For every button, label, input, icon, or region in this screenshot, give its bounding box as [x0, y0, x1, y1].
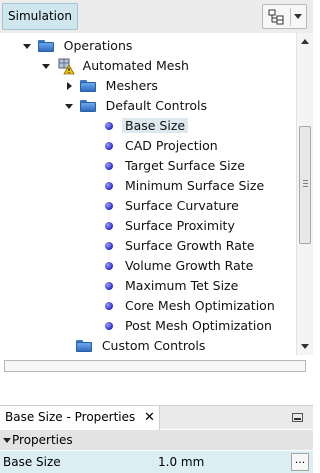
tree-item-minimum-surface-size[interactable]: Minimum Surface Size — [105, 176, 264, 196]
control-node-icon — [105, 142, 113, 150]
chevron-down-icon[interactable] — [294, 14, 302, 19]
control-node-icon — [105, 282, 113, 290]
tree-item-label: Surface Curvature — [125, 198, 239, 213]
properties-tab[interactable]: Base Size - Properties ✕ — [0, 406, 160, 430]
folder-icon — [76, 340, 92, 352]
tree-item-base-size[interactable]: Base Size — [105, 116, 189, 136]
tree-node-label: Meshers — [105, 78, 158, 93]
property-name: Base Size — [3, 455, 61, 469]
tree-item-post-mesh-optimization[interactable]: Post Mesh Optimization — [105, 316, 272, 336]
tree-item-surface-proximity[interactable]: Surface Proximity — [105, 216, 235, 236]
tree-item-surface-growth-rate[interactable]: Surface Growth Rate — [105, 236, 254, 256]
tree-item-label: Surface Proximity — [125, 218, 235, 233]
tree-node-custom-controls[interactable]: Custom Controls — [76, 336, 205, 355]
tree-item-label: Target Surface Size — [125, 158, 245, 173]
tree-item-core-mesh-optimization[interactable]: Core Mesh Optimization — [105, 296, 275, 316]
tree-item-label: Volume Growth Rate — [125, 258, 254, 273]
tree-horizontal-scrollbar[interactable] — [4, 360, 306, 372]
panel-spacer — [0, 376, 313, 405]
scroll-up-icon[interactable] — [301, 39, 309, 44]
tree-item-label: Surface Growth Rate — [125, 238, 255, 253]
control-node-icon — [105, 182, 113, 190]
simulation-tree[interactable]: Operations Automated Mesh Meshers Defaul… — [0, 33, 296, 355]
expand-toggle-icon[interactable] — [64, 96, 76, 116]
tree-item-label: Maximum Tet Size — [125, 278, 239, 293]
control-node-icon — [105, 202, 113, 210]
more-options-button[interactable]: ... — [291, 453, 309, 471]
button-separator — [290, 8, 291, 26]
expand-toggle-icon[interactable] — [41, 56, 53, 76]
control-node-icon — [105, 302, 113, 310]
control-node-icon — [105, 162, 113, 170]
tree-item-target-surface-size[interactable]: Target Surface Size — [105, 156, 245, 176]
scrollbar-thumb[interactable] — [299, 126, 311, 244]
tree-item-label: Post Mesh Optimization — [125, 318, 272, 333]
top-toolbar: Simulation — [0, 0, 313, 33]
control-node-icon — [105, 262, 113, 270]
tree-node-label: Automated Mesh — [82, 58, 189, 73]
tree-item-label: Base Size — [122, 118, 189, 133]
folder-icon — [79, 100, 96, 112]
control-node-icon — [105, 322, 113, 330]
simulation-tab[interactable]: Simulation — [2, 3, 78, 30]
tree-node-default-controls[interactable]: Default Controls — [64, 96, 207, 116]
tree-node-meshers[interactable]: Meshers — [64, 76, 158, 96]
tree-node-label: Default Controls — [105, 98, 207, 113]
tree-item-volume-growth-rate[interactable]: Volume Growth Rate — [105, 256, 253, 276]
tree-node-label: Custom Controls — [101, 338, 206, 353]
control-node-icon — [105, 242, 113, 250]
tree-item-label: CAD Projection — [125, 138, 218, 153]
tree-item-label: Minimum Surface Size — [125, 178, 265, 193]
tree-node-operations[interactable]: Operations — [22, 36, 132, 56]
properties-panel-header: Base Size - Properties ✕ — [0, 405, 313, 430]
tree-item-cad-projection[interactable]: CAD Projection — [105, 136, 218, 156]
folder-icon — [79, 80, 96, 92]
mesh-warning-icon — [58, 58, 75, 75]
scroll-down-icon[interactable] — [301, 344, 309, 349]
control-node-icon — [105, 222, 113, 230]
tree-vertical-scrollbar[interactable] — [296, 33, 313, 355]
tree-view-icon — [268, 9, 284, 25]
close-icon[interactable]: ✕ — [144, 406, 155, 429]
folder-icon — [37, 40, 54, 52]
expand-toggle-icon[interactable] — [22, 36, 34, 56]
properties-tab-title: Base Size - Properties — [5, 410, 136, 424]
tree-node-label: Operations — [63, 38, 133, 53]
control-node-icon — [105, 122, 113, 130]
collapse-toggle-icon[interactable] — [3, 438, 11, 443]
tree-view-menu-button[interactable] — [262, 4, 307, 29]
tree-item-surface-curvature[interactable]: Surface Curvature — [105, 196, 239, 216]
property-value-field[interactable]: 1.0 mm — [158, 451, 204, 473]
tree-item-label: Core Mesh Optimization — [125, 298, 275, 313]
properties-group-label: Properties — [12, 433, 73, 447]
expand-toggle-icon[interactable] — [64, 76, 76, 96]
minimize-icon[interactable] — [292, 413, 303, 422]
tree-item-maximum-tet-size[interactable]: Maximum Tet Size — [105, 276, 238, 296]
tree-node-automated-mesh[interactable]: Automated Mesh — [41, 56, 189, 76]
property-row-base-size[interactable]: Base Size 1.0 mm ... — [0, 451, 313, 473]
properties-group-header[interactable]: Properties — [0, 430, 313, 450]
